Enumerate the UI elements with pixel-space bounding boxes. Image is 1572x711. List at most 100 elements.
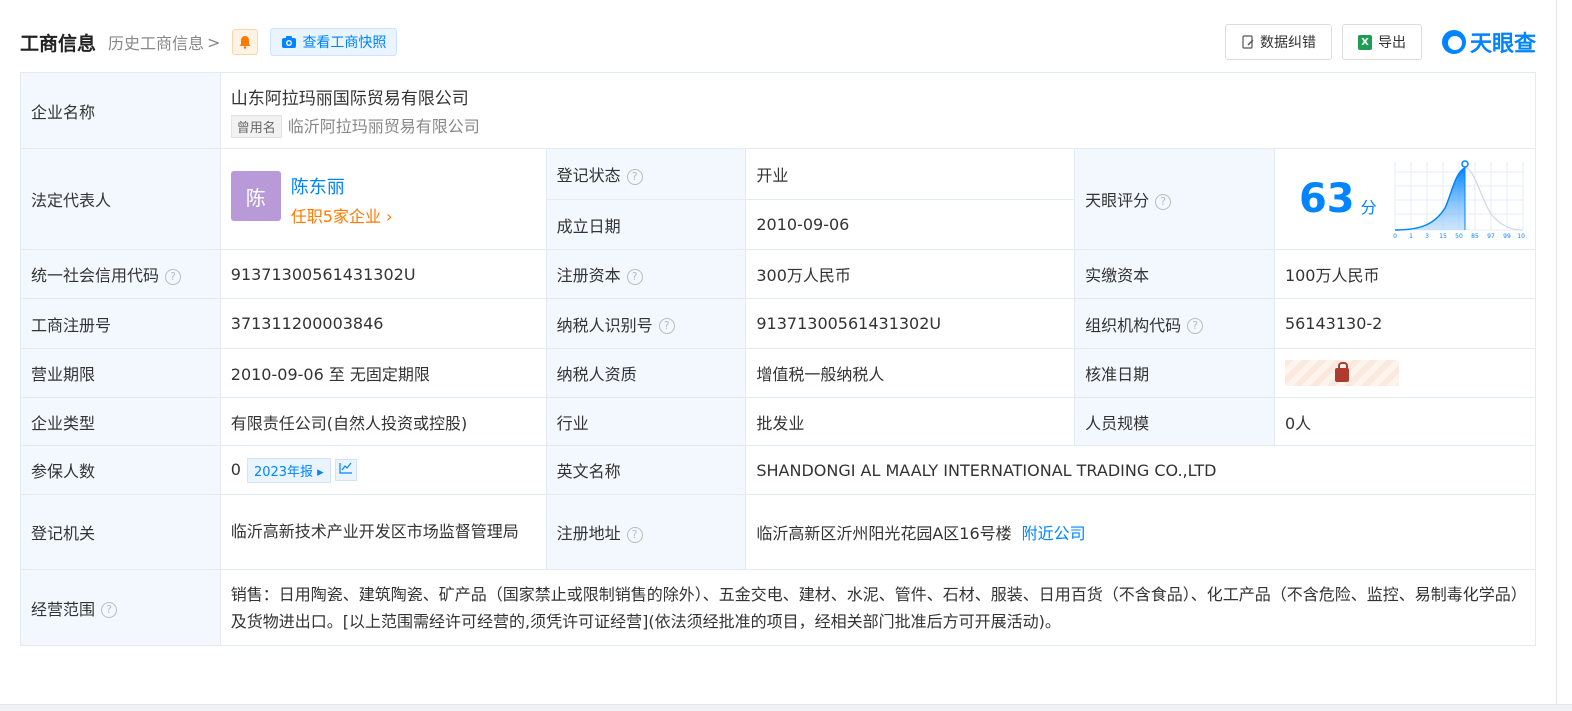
insured-label: 参保人数 — [20, 445, 221, 495]
reg-status-label: 登记状态 — [556, 166, 621, 185]
score-cell[interactable]: 63 分 0 1 3 15 50 85 97 99 100 — [1273, 148, 1537, 250]
section-header: 工商信息 历史工商信息 > 查看工商快照 数据纠错 X 导出 天眼查 — [20, 24, 1536, 60]
help-icon[interactable]: ? — [626, 526, 643, 543]
org-code-label: 组织机构代码 — [1085, 315, 1182, 335]
export-button[interactable]: X 导出 — [1341, 24, 1422, 60]
scope-label: 经营范围 — [31, 599, 96, 619]
reg-status-label-cell: 登记状态? — [545, 148, 747, 200]
legal-rep-name[interactable]: 陈东丽 — [291, 173, 536, 199]
tax-id-label: 纳税人识别号 — [556, 315, 653, 335]
address: 临沂高新区沂州阳光花园A区16号楼 — [756, 524, 1012, 543]
bell-icon[interactable] — [232, 29, 259, 55]
term-label: 营业期限 — [20, 348, 221, 398]
former-name: 临沂阿拉玛丽贸易有限公司 — [287, 116, 480, 136]
score-label-cell: 天眼评分? — [1074, 148, 1275, 250]
former-name-tag: 曾用名 — [230, 114, 282, 138]
tianyancha-logo-icon — [1441, 30, 1466, 54]
help-icon[interactable]: ? — [658, 318, 675, 334]
excel-icon: X — [1357, 34, 1372, 50]
camera-icon — [282, 36, 297, 48]
lock-icon — [1334, 362, 1349, 382]
found-date-label: 成立日期 — [545, 199, 747, 250]
help-icon[interactable]: ? — [165, 268, 182, 285]
insured-count: 0 — [230, 459, 241, 479]
help-icon[interactable]: ? — [626, 168, 643, 185]
credit-code-label: 统一社会信用代码 — [31, 266, 160, 285]
address-label: 注册地址 — [556, 524, 621, 543]
paid-capital: 100万人民币 — [1273, 249, 1537, 299]
industry-label: 行业 — [545, 397, 747, 446]
data-correction-label: 数据纠错 — [1259, 35, 1316, 51]
legal-rep-positions-link[interactable]: 任职5家企业 › — [291, 203, 536, 227]
brand-logo: 天眼查 — [1441, 26, 1536, 58]
company-name-cell: 山东阿拉玛丽国际贸易有限公司 曾用名 临沂阿拉玛丽贸易有限公司 — [219, 72, 1537, 149]
help-icon[interactable]: ? — [1155, 193, 1172, 210]
avatar[interactable]: 陈 — [230, 171, 281, 221]
score-tick-label: 3 — [1425, 233, 1429, 240]
table-row: 法定代表人 陈 陈东丽 任职5家企业 › 登记状态? 开业 天眼评分? 63 分 — [20, 148, 1537, 250]
edit-document-icon — [1242, 35, 1254, 49]
horizontal-scrollbar[interactable] — [0, 704, 1572, 711]
approval-date-cell — [1273, 348, 1537, 398]
score-tick-label: 85 — [1471, 233, 1479, 240]
authority-label: 登记机关 — [20, 494, 221, 570]
org-code: 56143130-2 — [1273, 298, 1537, 349]
business-scope: 销售：日用陶瓷、建筑陶瓷、矿产品（国家禁止或限制销售的除外）、五金交电、建材、水… — [219, 569, 1537, 646]
industry: 批发业 — [745, 397, 1076, 446]
credit-code: 91371300561431302U — [219, 249, 547, 299]
address-cell: 临沂高新区沂州阳光花园A区16号楼 附近公司 — [745, 494, 1536, 570]
authority: 临沂高新技术产业开发区市场监督管理局 — [219, 494, 547, 570]
insured-cell: 0 2023年报 ▸ — [219, 445, 547, 495]
company-type-label: 企业类型 — [20, 397, 221, 446]
address-label-cell: 注册地址? — [545, 494, 747, 570]
score-tick-label: 99 — [1503, 233, 1511, 240]
company-name-label: 企业名称 — [20, 72, 221, 149]
tax-id: 91371300561431302U — [745, 298, 1076, 349]
score-tick-label: 50 — [1455, 233, 1463, 240]
org-code-label-cell: 组织机构代码? — [1074, 298, 1275, 349]
term: 2010-09-06 至 无固定期限 — [219, 348, 547, 398]
company-type: 有限责任公司(自然人投资或控股) — [219, 397, 547, 446]
snapshot-button[interactable]: 查看工商快照 — [270, 28, 398, 56]
help-icon[interactable]: ? — [1187, 318, 1204, 334]
table-row: 营业期限 2010-09-06 至 无固定期限 纳税人资质 增值税一般纳税人 核… — [20, 348, 1537, 398]
trend-chart-icon[interactable] — [334, 459, 357, 481]
former-name-line: 曾用名 临沂阿拉玛丽贸易有限公司 — [230, 113, 1525, 138]
table-row: 企业类型 有限责任公司(自然人投资或控股) 行业 批发业 人员规模 0人 — [20, 397, 1537, 446]
help-icon[interactable]: ? — [626, 268, 643, 285]
locked-value[interactable] — [1284, 360, 1399, 386]
history-link[interactable]: 历史工商信息 > — [108, 30, 220, 54]
reg-status: 开业 — [745, 148, 1076, 200]
reg-no: 371311200003846 — [219, 298, 547, 349]
approval-date-label: 核准日期 — [1074, 348, 1275, 398]
table-row: 统一社会信用代码? 91371300561431302U 注册资本? 300万人… — [20, 249, 1537, 299]
table-row: 企业名称 山东阿拉玛丽国际贸易有限公司 曾用名 临沂阿拉玛丽贸易有限公司 — [20, 72, 1537, 149]
credit-code-label-cell: 统一社会信用代码? — [20, 249, 221, 299]
table-row: 经营范围? 销售：日用陶瓷、建筑陶瓷、矿产品（国家禁止或限制销售的除外）、五金交… — [20, 569, 1537, 646]
data-correction-button[interactable]: 数据纠错 — [1224, 24, 1332, 60]
chevron-right-icon: > — [207, 32, 221, 52]
score-tick-label: 97 — [1487, 233, 1495, 240]
annual-report-tag[interactable]: 2023年报 ▸ — [246, 457, 331, 483]
reg-capital: 300万人民币 — [745, 249, 1076, 299]
help-icon[interactable]: ? — [101, 602, 118, 618]
nearby-companies-link[interactable]: 附近公司 — [1022, 524, 1086, 543]
paid-capital-label: 实缴资本 — [1074, 249, 1275, 299]
header-actions: 数据纠错 X 导出 天眼查 — [1215, 24, 1536, 60]
legal-rep-cell: 陈 陈东丽 任职5家企业 › — [219, 148, 547, 250]
scope-label-cell: 经营范围? — [20, 569, 221, 646]
english-name: SHANDONGI AL MAALY INTERNATIONAL TRADING… — [745, 445, 1536, 495]
business-info-table: 企业名称 山东阿拉玛丽国际贸易有限公司 曾用名 临沂阿拉玛丽贸易有限公司 法定代表… — [20, 72, 1537, 646]
found-date: 2010-09-06 — [745, 199, 1076, 250]
taxpayer-type: 增值税一般纳税人 — [745, 348, 1076, 398]
score-tick-label: 100 — [1517, 233, 1525, 240]
legal-rep-label: 法定代表人 — [20, 148, 221, 250]
score-tick-label: 1 — [1409, 233, 1413, 240]
table-row: 参保人数 0 2023年报 ▸ 英文名称 SHANDONGI AL MAALY I… — [20, 445, 1536, 495]
table-row: 工商注册号 371311200003846 纳税人识别号? 9137130056… — [20, 298, 1537, 349]
score-label: 天眼评分 — [1085, 191, 1150, 210]
tax-id-label-cell: 纳税人识别号? — [545, 298, 747, 349]
export-label: 导出 — [1377, 35, 1406, 51]
vertical-scrollbar[interactable] — [1556, 0, 1572, 704]
score-distribution-chart: 0 1 3 15 50 85 97 99 100 — [1393, 160, 1525, 240]
